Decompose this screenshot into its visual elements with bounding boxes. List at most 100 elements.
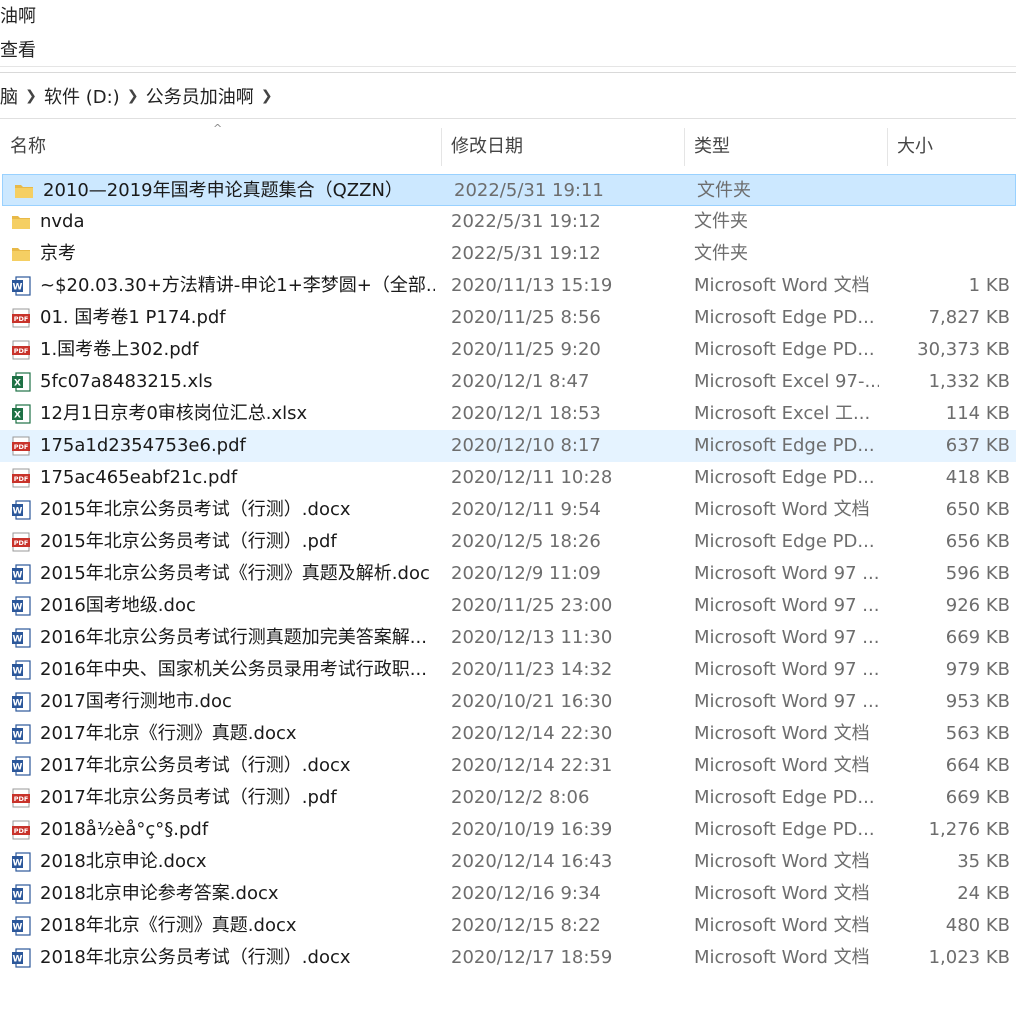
pdf-icon: PDF xyxy=(10,307,32,329)
column-header-size[interactable]: 大小 xyxy=(897,124,933,170)
column-separator[interactable] xyxy=(441,128,442,166)
file-row[interactable]: W 2018年北京公务员考试（行测）.docx 2020/12/17 18:59 Mi… xyxy=(0,942,1016,974)
file-date: 2020/12/17 18:59 xyxy=(451,947,613,968)
file-type: Microsoft Edge PD... xyxy=(694,819,875,840)
file-type: Microsoft Word 97 ... xyxy=(694,563,879,584)
column-header-name[interactable]: 名称 xyxy=(10,124,46,170)
word-icon: W xyxy=(10,563,32,585)
svg-text:W: W xyxy=(13,699,23,709)
word-icon: W xyxy=(10,275,32,297)
file-name: 2018北京申论参考答案.docx xyxy=(40,883,279,904)
file-name: 2010—2019年国考申论真题集合（QZZN） xyxy=(43,180,403,201)
file-size: 953 KB xyxy=(945,691,1010,712)
excel-icon: X xyxy=(10,403,32,425)
file-size: 926 KB xyxy=(945,595,1010,616)
ribbon-divider-2 xyxy=(0,72,1016,73)
file-type: Microsoft Word 文档 xyxy=(694,947,870,968)
file-row[interactable]: nvda 2022/5/31 19:12 文件夹 xyxy=(0,206,1016,238)
file-row[interactable]: PDF 01. 国考卷1 P174.pdf 2020/11/25 8:56 Micro… xyxy=(0,302,1016,334)
chevron-right-icon[interactable]: ❯ xyxy=(18,88,44,104)
pdf-icon: PDF xyxy=(10,819,32,841)
file-date: 2020/12/10 8:17 xyxy=(451,435,601,456)
file-name: 京考 xyxy=(40,243,76,264)
file-name: 2018北京申论.docx xyxy=(40,851,207,872)
word-icon: W xyxy=(10,883,32,905)
file-name: 5fc07a8483215.xls xyxy=(40,371,213,392)
file-type: Microsoft Word 文档 xyxy=(694,499,870,520)
svg-text:W: W xyxy=(13,635,23,645)
file-row[interactable]: PDF 2015年北京公务员考试（行测）.pdf 2020/12/5 18:26 Mi… xyxy=(0,526,1016,558)
file-date: 2022/5/31 19:12 xyxy=(451,243,601,264)
file-row[interactable]: W 2017国考行测地市.doc 2020/10/21 16:30 Microsoft… xyxy=(0,686,1016,718)
file-name: 2018å½èå°ç°§.pdf xyxy=(40,819,209,840)
file-type: 文件夹 xyxy=(694,211,748,232)
file-row[interactable]: W 2018北京申论.docx 2020/12/14 16:43 Microsoft … xyxy=(0,846,1016,878)
chevron-right-icon[interactable]: ❯ xyxy=(254,88,280,104)
word-icon: W xyxy=(10,659,32,681)
file-type: Microsoft Edge PD... xyxy=(694,467,875,488)
file-name: 2015年北京公务员考试《行测》真题及解析.doc xyxy=(40,563,430,584)
file-row[interactable]: W 2017年北京公务员考试（行测）.docx 2020/12/14 22:31 Mi… xyxy=(0,750,1016,782)
breadcrumb-item-drive[interactable]: 软件 (D:) xyxy=(44,83,120,109)
file-row[interactable]: W 2015年北京公务员考试《行测》真题及解析.doc 2020/12/9 11:0… xyxy=(0,558,1016,590)
breadcrumb-item-pc[interactable]: 脑 xyxy=(0,83,18,109)
window-title: 油啊 xyxy=(0,6,36,27)
column-header: 名称 修改日期 类型 大小 xyxy=(0,124,1016,170)
address-bar[interactable]: 脑 ❯ 软件 (D:) ❯ 公务员加油啊 ❯ xyxy=(0,76,1016,116)
file-size: 480 KB xyxy=(945,915,1010,936)
file-row[interactable]: PDF 2017年北京公务员考试（行测）.pdf 2020/12/2 8:06 Mic… xyxy=(0,782,1016,814)
file-type: Microsoft Edge PD... xyxy=(694,339,875,360)
file-row[interactable]: PDF 1.国考卷上302.pdf 2020/11/25 9:20 Microsoft… xyxy=(0,334,1016,366)
file-row[interactable]: W 2016国考地级.doc 2020/11/25 23:00 Microsoft W… xyxy=(0,590,1016,622)
word-icon: W xyxy=(10,851,32,873)
word-icon: W xyxy=(10,915,32,937)
file-row[interactable]: PDF 2018å½èå°ç°§.pdf 2020/10/19 16:39 Micro… xyxy=(0,814,1016,846)
column-separator[interactable] xyxy=(684,128,685,166)
svg-text:W: W xyxy=(13,891,23,901)
file-size: 650 KB xyxy=(945,499,1010,520)
file-size: 669 KB xyxy=(945,627,1010,648)
file-row[interactable]: W 2018北京申论参考答案.docx 2020/12/16 9:34 Microso… xyxy=(0,878,1016,910)
file-row[interactable]: 京考 2022/5/31 19:12 文件夹 xyxy=(0,238,1016,270)
svg-text:X: X xyxy=(14,379,21,389)
svg-text:PDF: PDF xyxy=(14,475,29,483)
pdf-icon: PDF xyxy=(10,467,32,489)
file-type: Microsoft Word 文档 xyxy=(694,723,870,744)
file-row[interactable]: W ~$20.03.30+方法精讲-申论1+李梦圆+（全部... 2020/11/1… xyxy=(0,270,1016,302)
file-type: 文件夹 xyxy=(694,243,748,264)
file-type: Microsoft Word 文档 xyxy=(694,755,870,776)
word-icon: W xyxy=(10,499,32,521)
column-separator[interactable] xyxy=(887,128,888,166)
file-type: Microsoft Excel 97-... xyxy=(694,371,879,392)
file-row[interactable]: X 12月1日京考0审核岗位汇总.xlsx 2020/12/1 18:53 Micro… xyxy=(0,398,1016,430)
file-size: 596 KB xyxy=(945,563,1010,584)
excel-icon: X xyxy=(10,371,32,393)
file-row[interactable]: W 2016年中央、国家机关公务员录用考试行政职... 2020/11/23 14:… xyxy=(0,654,1016,686)
chevron-right-icon[interactable]: ❯ xyxy=(120,88,146,104)
file-row[interactable]: W 2015年北京公务员考试（行测）.docx 2020/12/11 9:54 Mic… xyxy=(0,494,1016,526)
pdf-icon: PDF xyxy=(10,531,32,553)
file-name: 175ac465eabf21c.pdf xyxy=(40,467,238,488)
file-type: 文件夹 xyxy=(697,180,751,201)
svg-text:PDF: PDF xyxy=(14,443,29,451)
file-row[interactable]: 2010—2019年国考申论真题集合（QZZN） 2022/5/31 19:11 文… xyxy=(2,174,1016,206)
svg-text:W: W xyxy=(13,859,23,869)
file-name: 175a1d2354753e6.pdf xyxy=(40,435,246,456)
breadcrumb-item-folder[interactable]: 公务员加油啊 xyxy=(146,83,254,109)
file-row[interactable]: W 2017年北京《行测》真题.docx 2020/12/14 22:30 Micro… xyxy=(0,718,1016,750)
file-date: 2020/12/11 10:28 xyxy=(451,467,613,488)
file-row[interactable]: W 2016年北京公务员考试行测真题加完美答案解... 2020/12/13 11:… xyxy=(0,622,1016,654)
column-header-date[interactable]: 修改日期 xyxy=(451,124,523,170)
column-header-type[interactable]: 类型 xyxy=(694,124,730,170)
menu-view[interactable]: 查看 xyxy=(0,36,36,62)
svg-text:W: W xyxy=(13,507,23,517)
file-row[interactable]: X 5fc07a8483215.xls 2020/12/1 8:47 Microsof… xyxy=(0,366,1016,398)
word-icon: W xyxy=(10,947,32,969)
word-icon: W xyxy=(10,595,32,617)
file-type: Microsoft Edge PD... xyxy=(694,787,875,808)
file-row[interactable]: PDF 175ac465eabf21c.pdf 2020/12/11 10:28 Mi… xyxy=(0,462,1016,494)
word-icon: W xyxy=(10,755,32,777)
file-row[interactable]: PDF 175a1d2354753e6.pdf 2020/12/10 8:17 Mic… xyxy=(0,430,1016,462)
file-row[interactable]: W 2018年北京《行测》真题.docx 2020/12/15 8:22 Micros… xyxy=(0,910,1016,942)
file-date: 2020/12/14 16:43 xyxy=(451,851,613,872)
